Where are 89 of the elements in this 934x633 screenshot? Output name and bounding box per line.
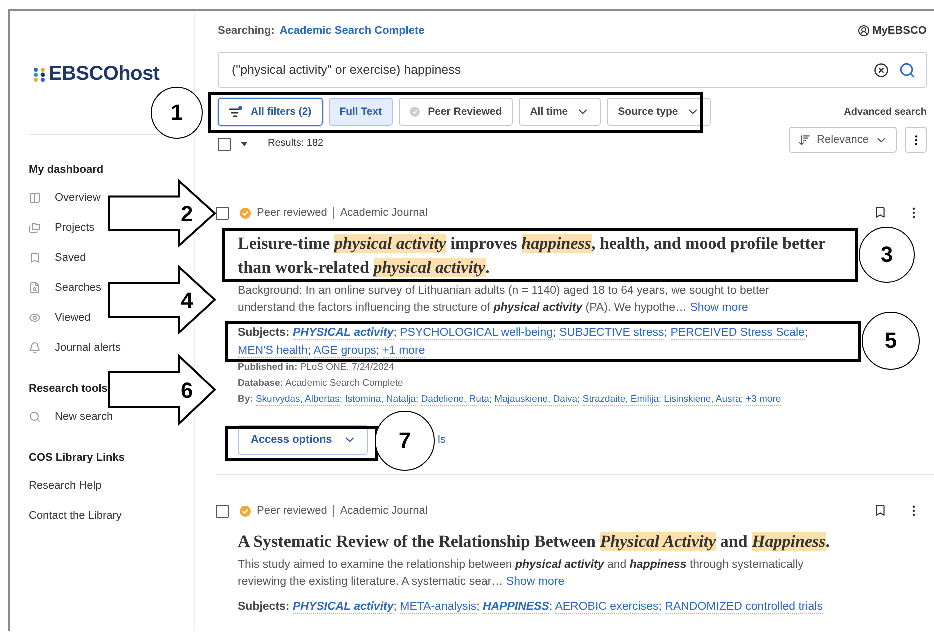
author-link[interactable]: Lisinskiene, Ausra (664, 394, 741, 406)
account-link[interactable]: MyEBSCO (858, 25, 927, 37)
advanced-search-link[interactable]: Advanced search (844, 106, 927, 118)
subject-link[interactable]: PHYSICAL activity (292, 327, 394, 340)
sidebar-item[interactable]: Projects (29, 221, 95, 235)
sidebar-item[interactable]: Journal alerts (29, 341, 122, 355)
sort-icon (798, 134, 812, 146)
sidebar-item[interactable]: Searches (29, 281, 102, 295)
badge-check-icon (240, 506, 251, 516)
sidebar-item[interactable]: Contact the Library (29, 509, 122, 523)
search-field[interactable]: ("physical activity" or exercise) happiness (218, 52, 927, 88)
peer-reviewed-label: Peer reviewed (257, 207, 334, 219)
user-icon (858, 25, 870, 37)
author-link[interactable]: Skurvydas, Albertas (256, 394, 340, 406)
sidebar-heading: COS Library Links (29, 451, 126, 466)
filter-chip[interactable]: Source type (607, 98, 712, 126)
sidebar-item[interactable]: New search (29, 410, 114, 424)
authors-line: By: Skurvydas, Albertas; Istomina, Natalja; Dadeliene, Ruta; Majauskiene, Daiva; Strazdaite, Emilija; Lisinskiene, Ausra; +3 more (238, 393, 782, 408)
result-checkbox[interactable] (216, 206, 229, 220)
search-icon (29, 411, 42, 423)
sort-dropdown[interactable]: Relevance (789, 127, 897, 153)
folders-icon (29, 222, 42, 234)
author-link[interactable]: Strazdaite, Emilija (582, 394, 659, 406)
author-link[interactable]: Dadeliene, Ruta (421, 394, 490, 406)
author-link[interactable]: Majauskiene, Daiva (494, 394, 578, 406)
filter-chip[interactable]: All time (519, 98, 602, 126)
filter-icon (229, 106, 243, 118)
subject-link[interactable]: PHYSICAL activity (292, 601, 394, 614)
search-icon[interactable] (899, 62, 916, 78)
details-link[interactable]: ls (438, 434, 446, 446)
show-more-link[interactable]: Show more (690, 302, 748, 314)
sidebar-heading: My dashboard (29, 163, 105, 178)
callout-number: 1 (151, 87, 203, 139)
columns-icon (29, 192, 42, 204)
clear-icon[interactable] (874, 62, 889, 78)
select-all-checkbox[interactable] (218, 138, 231, 150)
bookmark-icon (29, 252, 42, 264)
subject-link[interactable]: AGE groups (314, 345, 376, 358)
sidebar-item[interactable]: Research Help (29, 479, 102, 493)
published-in-line: Published in: PLoS ONE, 7/24/2024 (238, 361, 396, 375)
bookmark-icon[interactable] (874, 504, 887, 518)
more-authors-link[interactable]: +3 more (746, 394, 782, 406)
subject-link[interactable]: PSYCHOLOGICAL well-being (400, 327, 554, 340)
abstract-text: This study aimed to examine the relationship between physical activity and happiness through systematically reviewing the existing literature. A systematic sear… Show more (238, 558, 805, 590)
callout-number: 3 (859, 227, 915, 283)
check-circle-icon (410, 107, 420, 117)
author-link[interactable]: Istomina, Natalja (345, 394, 416, 406)
database-link[interactable]: Academic Search Complete (280, 25, 425, 37)
peer-reviewed-label: Peer reviewed (257, 505, 334, 517)
subject-link[interactable]: HAPPINESS (482, 601, 550, 614)
logo[interactable]: EBSCOhost (49, 63, 160, 86)
document-search-icon (29, 282, 42, 294)
source-type-label: Academic Journal (340, 505, 428, 517)
callout-number: 5 (862, 312, 920, 370)
searching-label: Searching: (218, 25, 275, 37)
eye-icon (29, 312, 42, 324)
filter-chip[interactable]: Peer Reviewed (399, 98, 514, 126)
callout-number: 7 (375, 411, 435, 471)
result-title[interactable]: A Systematic Review of the Relationship Between Physical Activity and Happiness. (238, 530, 836, 554)
callout-arrow: 2 (108, 178, 216, 248)
result-checkbox[interactable] (216, 504, 229, 518)
filter-chip[interactable]: Full Text (328, 98, 394, 126)
sidebar-item[interactable]: Overview (29, 191, 101, 205)
source-type-label: Academic Journal (340, 207, 428, 219)
show-more-link[interactable]: Show more (506, 576, 565, 588)
bell-icon (29, 342, 42, 354)
subject-link[interactable]: SUBJECTIVE stress (559, 327, 664, 340)
bookmark-icon[interactable] (874, 206, 887, 220)
access-options-button[interactable]: Access options (238, 425, 368, 455)
results-count: Results: 182 (268, 136, 324, 148)
subject-link[interactable]: AEROBIC exercises (555, 601, 659, 614)
more-subjects-link[interactable]: +1 more (382, 345, 426, 358)
search-input[interactable]: ("physical activity" or exercise) happiness (230, 62, 864, 78)
subjects-line: Subjects: PHYSICAL activity; META-analysis; HAPPINESS; AEROBIC exercises; RANDOMIZED controlled trials (238, 600, 824, 616)
sidebar-heading: Research tools (29, 382, 109, 397)
sidebar-item[interactable]: Saved (29, 251, 86, 265)
filter-chip[interactable]: All filters (2) (218, 98, 323, 126)
subject-link[interactable]: PERCEIVED Stress Scale (670, 327, 805, 340)
subject-link[interactable]: MEN'S health (238, 345, 308, 358)
sidebar-item[interactable]: Viewed (29, 311, 91, 325)
caret-icon[interactable] (241, 142, 248, 146)
logo-icon (33, 66, 47, 84)
callout-arrow: 4 (108, 264, 216, 336)
subject-link[interactable]: META-analysis (400, 601, 477, 614)
subject-link[interactable]: RANDOMIZED controlled trials (665, 601, 823, 614)
abstract-text: Background: In an online survey of Lithuanian adults (n = 1140) aged 18 to 64 years, we sought to better understand the factors influencing the structure of physical activity (PA). We hypothe… Show more (238, 284, 770, 316)
database-line: Database: Academic Search Complete (238, 377, 404, 391)
badge-check-icon (240, 208, 251, 218)
result-title[interactable]: Leisure-time physical activity improves happiness, health, and mood profile better than work-related physical activity. (238, 232, 836, 280)
